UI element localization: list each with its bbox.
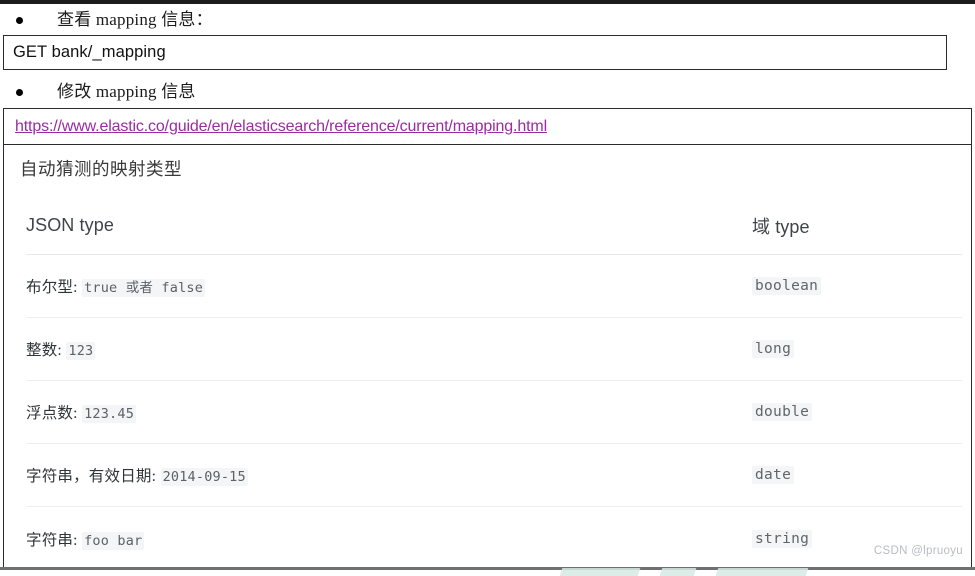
- top-divider-bar: [0, 0, 975, 4]
- table-row: 浮点数: 123.45 double: [26, 381, 962, 444]
- watermark-label: CSDN @lpruoyu: [873, 545, 963, 557]
- field-type-value: date: [752, 466, 795, 484]
- json-type-example: 123.45: [82, 405, 137, 423]
- table-header-cell-field-type: 域 type: [752, 216, 810, 237]
- bullet-item-label: 修改 mapping 信息: [57, 82, 196, 101]
- bullet-item-view-mapping: 查看 mapping 信息：: [0, 6, 975, 34]
- table-cell-json-type: 字符串，有效日期: 2014-09-15: [26, 464, 752, 486]
- field-type-value: boolean: [752, 277, 822, 295]
- code-snippet-text: GET bank/_mapping: [13, 43, 166, 61]
- table-cell-json-type: 布尔型: true 或者 false: [26, 275, 752, 297]
- table-cell-field-type: long: [752, 340, 962, 358]
- json-type-prefix: 浮点数:: [26, 405, 78, 422]
- json-type-example: 123: [66, 342, 96, 360]
- json-type-prefix: 字符串，有效日期:: [26, 468, 157, 485]
- table-row: 布尔型: true 或者 false boolean: [26, 255, 962, 318]
- json-type-example: true 或者 false: [82, 279, 206, 297]
- field-type-value: string: [752, 529, 813, 548]
- table-cell-field-type: date: [752, 466, 962, 484]
- table-cell-json-type: 浮点数: 123.45: [26, 401, 752, 423]
- mapping-types-panel: 自动猜测的映射类型 JSON type 域 type 布尔型: true 或者 …: [3, 144, 972, 568]
- table-header-row: JSON type 域 type: [26, 197, 962, 255]
- json-type-mapping-table: JSON type 域 type 布尔型: true 或者 false bool…: [26, 197, 962, 567]
- field-type-value: long: [752, 340, 795, 358]
- json-type-example: 2014-09-15: [160, 468, 248, 486]
- json-type-prefix: 布尔型:: [26, 279, 78, 296]
- table-cell-field-type: boolean: [752, 277, 962, 295]
- json-type-example: foo bar: [82, 531, 145, 550]
- table-cell-field-type: double: [752, 403, 962, 421]
- table-header-cell-json-type: JSON type: [26, 215, 114, 235]
- field-type-value: double: [752, 403, 813, 421]
- bullet-item-label: 查看 mapping 信息：: [57, 10, 213, 29]
- table-cell-json-type: 字符串: foo bar: [26, 528, 752, 550]
- bullet-item-edit-mapping: 修改 mapping 信息: [0, 78, 975, 106]
- table-cell-json-type: 整数: 123: [26, 338, 752, 360]
- section-heading: 自动猜测的映射类型: [20, 159, 182, 179]
- documentation-link[interactable]: https://www.elastic.co/guide/en/elastics…: [15, 118, 547, 136]
- reference-link-box[interactable]: https://www.elastic.co/guide/en/elastics…: [3, 108, 972, 144]
- bullet-dot-icon: [16, 88, 23, 96]
- table-row: 字符串: foo bar string: [26, 507, 962, 567]
- table-row: 字符串，有效日期: 2014-09-15 date: [26, 444, 962, 507]
- bullet-dot-icon: [16, 16, 23, 24]
- json-type-prefix: 整数:: [26, 342, 62, 359]
- table-row: 整数: 123 long: [26, 318, 962, 381]
- background-watermark-graphic: [0, 568, 975, 576]
- json-type-prefix: 字符串:: [26, 531, 78, 549]
- code-snippet-box[interactable]: GET bank/_mapping: [3, 35, 947, 70]
